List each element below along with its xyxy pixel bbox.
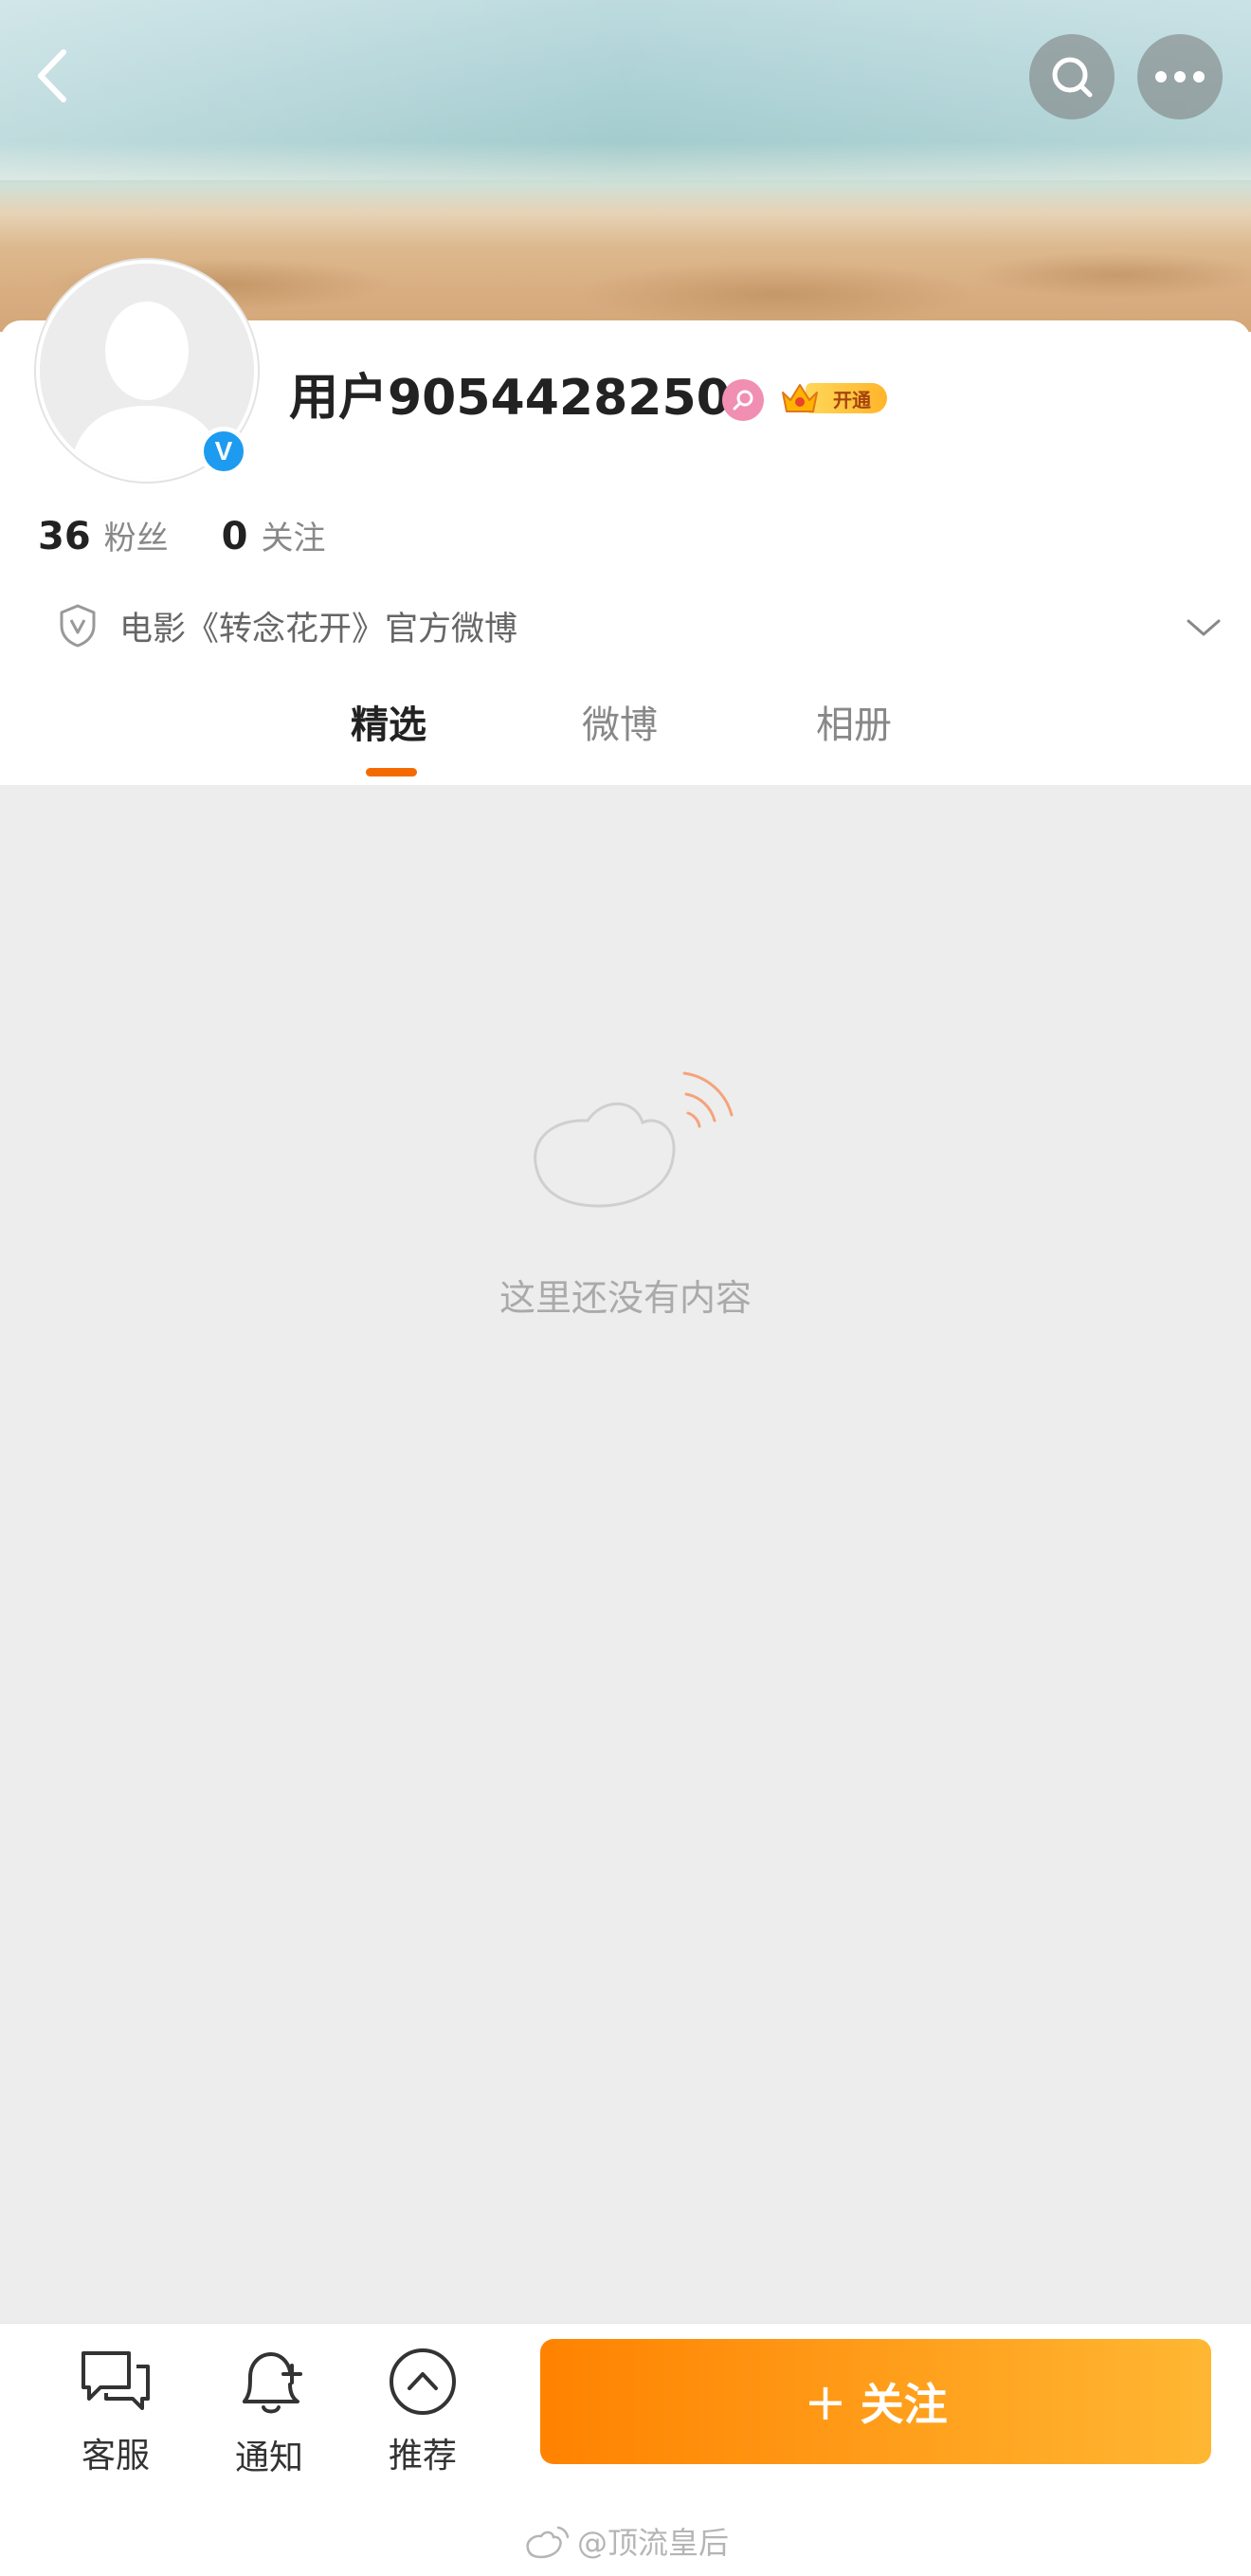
recommend-label: 推荐 (388, 2437, 457, 2476)
search-icon (1052, 57, 1093, 98)
recommend-button[interactable]: 推荐 (366, 2345, 480, 2477)
tab-featured[interactable]: 精选 (351, 692, 426, 758)
bio-text: 电影《转念花开》官方微博 (119, 610, 518, 649)
notification-button[interactable]: 通知 (212, 2345, 326, 2477)
chevron-down-icon[interactable] (1185, 609, 1223, 647)
more-dots-icon (1155, 71, 1205, 82)
bio-row[interactable]: 电影《转念花开》官方微博 (57, 599, 1223, 652)
chevron-left-icon (38, 49, 66, 102)
profile-tabs: 精选 微博 相册 (0, 692, 1251, 785)
following-label[interactable]: 关注 (262, 512, 326, 558)
follow-label: 关注 (860, 2379, 948, 2430)
customer-service-button[interactable]: 客服 (59, 2345, 172, 2477)
weibo-logo-icon (526, 2526, 570, 2559)
follow-button[interactable]: + 关注 (540, 2339, 1211, 2464)
chevron-up-circle-icon (385, 2345, 461, 2419)
profile-stats: 36 粉丝 0 关注 (38, 512, 326, 571)
search-button[interactable] (1029, 34, 1115, 119)
empty-state-text: 这里还没有内容 (499, 1277, 752, 1319)
notification-label: 通知 (234, 2439, 303, 2477)
female-gender-icon (722, 379, 764, 421)
following-count[interactable]: 0 (222, 515, 248, 558)
vip-open-badge[interactable]: 开通 (779, 377, 887, 419)
verified-badge-icon: V (199, 427, 248, 476)
tab-weibo[interactable]: 微博 (582, 692, 658, 758)
watermark-text: @顶流皇后 (576, 2525, 729, 2561)
shield-v-icon (60, 604, 96, 648)
fans-label[interactable]: 粉丝 (104, 512, 169, 558)
plus-icon: + (804, 2371, 847, 2432)
watermark: @顶流皇后 (0, 2518, 1251, 2564)
empty-weibo-icon (534, 1071, 734, 1208)
crown-icon (782, 384, 818, 412)
active-tab-indicator (366, 768, 417, 776)
chat-bubbles-icon (78, 2345, 154, 2419)
fans-count[interactable]: 36 (38, 515, 91, 558)
more-button[interactable] (1137, 34, 1223, 119)
tab-album[interactable]: 相册 (816, 692, 892, 758)
bell-plus-icon (231, 2345, 307, 2421)
username: 用户9054428250 (289, 370, 731, 427)
feed-content[interactable]: 这里还没有内容 (0, 785, 1251, 2323)
back-button[interactable] (19, 38, 85, 114)
customer-service-label: 客服 (81, 2437, 150, 2476)
